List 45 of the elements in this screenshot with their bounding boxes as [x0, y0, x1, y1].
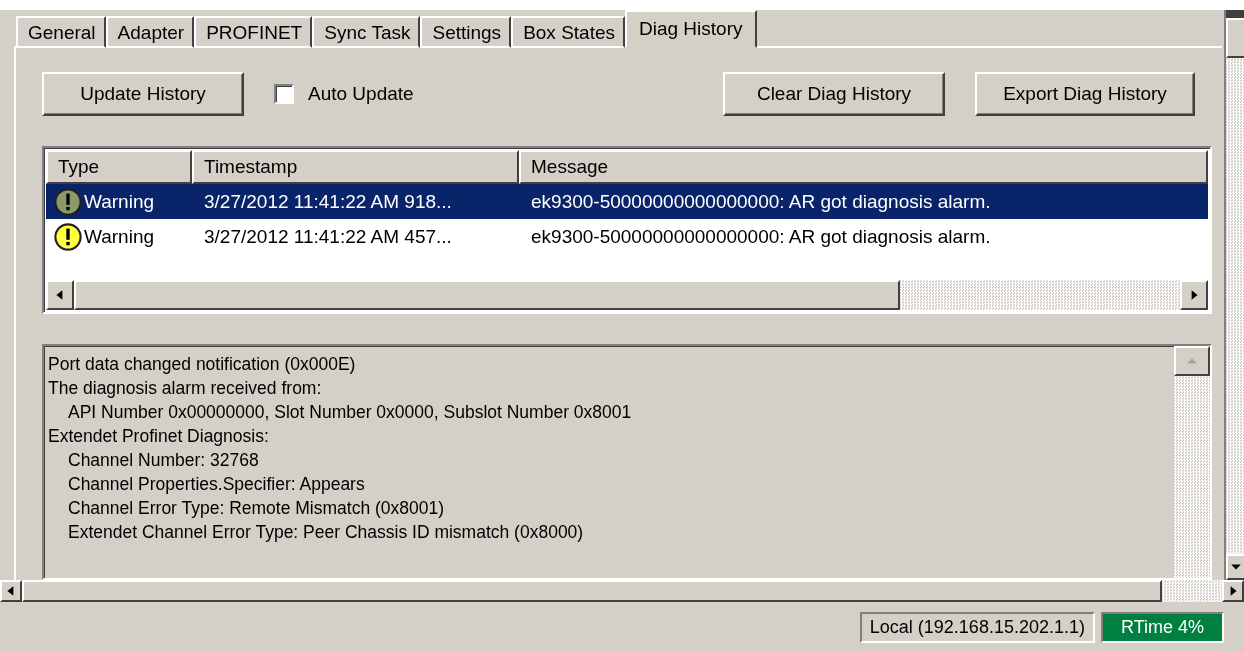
table-cell: Warning — [84, 190, 155, 213]
detail-line: Extendet Channel Error Type: Peer Chassis ID mismatch (0x8000) — [68, 521, 585, 544]
detail-line: Channel Properties.Specifier: Appears — [68, 473, 366, 496]
tab[interactable]: PROFINET — [194, 16, 313, 48]
realtime-status: RTime 4% — [1100, 611, 1224, 643]
scroll-left-button[interactable] — [46, 280, 74, 310]
scroll-down-button[interactable] — [1226, 554, 1244, 580]
vertical-scrollbar[interactable] — [1224, 10, 1244, 580]
column-header[interactable]: Timestamp — [192, 150, 519, 184]
scroll-right-button[interactable] — [1180, 280, 1208, 310]
scroll-right-button[interactable] — [1222, 580, 1244, 602]
scrollbar-thumb[interactable] — [74, 280, 900, 310]
export-diag-history-button[interactable]: Export Diag History — [975, 72, 1195, 116]
detail-line: Extendet Profinet Diagnosis: — [48, 425, 270, 448]
table-row[interactable]: Warning 3/27/2012 11:41:22 AM 918... ek9300-50000000000000000: AR got diagnosis alarm. — [46, 184, 1208, 219]
update-history-button[interactable]: Update History — [42, 72, 244, 116]
tab[interactable]: General — [16, 16, 106, 48]
table-cell: Warning — [84, 225, 155, 248]
table-cell: ek9300-50000000000000000: AR got diagnosis alarm. — [531, 190, 991, 213]
warning-icon — [54, 222, 82, 251]
table-cell: 3/27/2012 11:41:22 AM 457... — [204, 225, 452, 248]
tab[interactable]: Adapter — [105, 16, 195, 48]
table-cell: 3/27/2012 11:41:22 AM 918... — [204, 190, 452, 213]
table-row[interactable]: Warning 3/27/2012 11:41:22 AM 457... ek9300-50000000000000000: AR got diagnosis alarm. — [46, 219, 1208, 254]
auto-update-checkbox[interactable] — [274, 84, 294, 104]
tab[interactable]: Box States — [511, 16, 625, 48]
table-cell: ek9300-50000000000000000: AR got diagnosis alarm. — [531, 225, 991, 248]
tab[interactable]: Settings — [420, 16, 512, 48]
column-header[interactable]: Type — [46, 150, 192, 184]
scrollbar-thumb[interactable] — [1226, 18, 1244, 58]
tab[interactable]: Sync Task — [312, 16, 421, 48]
scroll-left-button[interactable] — [0, 580, 22, 602]
detail-line: API Number 0x00000000, Slot Number 0x0000, Subslot Number 0x8001 — [68, 401, 633, 424]
column-header[interactable]: Message — [519, 150, 1208, 184]
connection-status: Local (192.168.15.202.1.1) — [859, 611, 1095, 643]
detail-line: Channel Error Type: Remote Mismatch (0x8001) — [68, 497, 446, 520]
detail-line: The diagnosis alarm received from: — [48, 377, 323, 400]
auto-update-label[interactable]: Auto Update — [308, 83, 414, 105]
tab[interactable]: Diag History — [625, 10, 757, 48]
detail-line: Channel Number: 32768 — [68, 449, 260, 472]
clear-diag-history-button[interactable]: Clear Diag History — [723, 72, 945, 116]
horizontal-scrollbar[interactable] — [46, 280, 1208, 310]
scroll-up-button[interactable] — [1174, 346, 1210, 376]
warning-icon — [54, 187, 82, 216]
detail-line: Port data changed notification (0x000E) — [48, 353, 357, 376]
